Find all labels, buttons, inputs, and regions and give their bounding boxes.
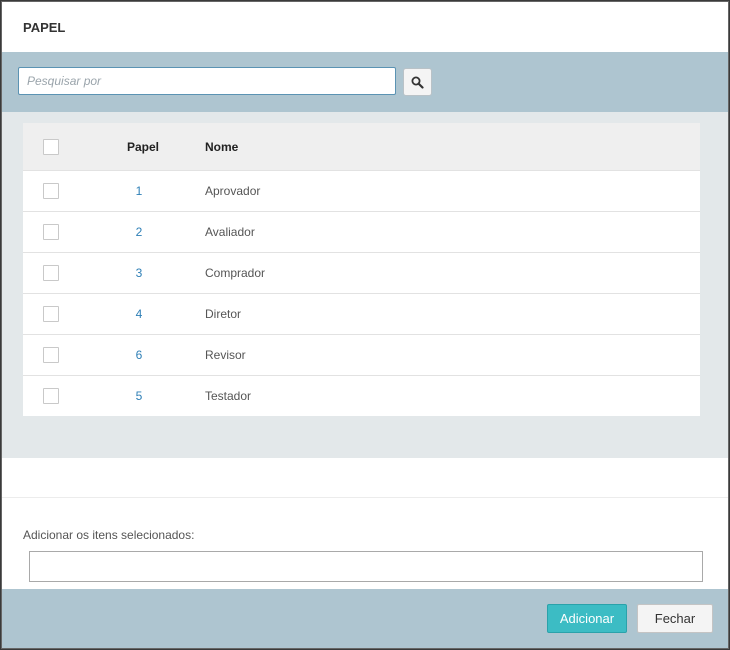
selected-items-field[interactable]: [29, 551, 703, 582]
row-checkbox[interactable]: [43, 388, 59, 404]
row-papel-id[interactable]: 5: [123, 389, 155, 403]
row-nome: Avaliador: [205, 225, 255, 239]
table-row[interactable]: 1 Aprovador: [23, 170, 700, 211]
row-nome: Revisor: [205, 348, 246, 362]
row-checkbox[interactable]: [43, 183, 59, 199]
row-nome: Aprovador: [205, 184, 261, 198]
search-bar: [2, 52, 728, 112]
row-papel-id[interactable]: 3: [123, 266, 155, 280]
table-row[interactable]: 3 Comprador: [23, 252, 700, 293]
row-checkbox[interactable]: [43, 306, 59, 322]
row-papel-id[interactable]: 1: [123, 184, 155, 198]
section-divider: [2, 497, 728, 498]
close-button[interactable]: Fechar: [637, 604, 713, 633]
results-area: Papel Nome 1 Aprovador 2 Avaliador 3 Com…: [2, 112, 728, 458]
row-checkbox[interactable]: [43, 265, 59, 281]
add-button[interactable]: Adicionar: [547, 604, 627, 633]
dialog-header: PAPEL: [2, 2, 728, 52]
row-papel-id[interactable]: 2: [123, 225, 155, 239]
search-input[interactable]: [18, 67, 396, 95]
results-table: Papel Nome 1 Aprovador 2 Avaliador 3 Com…: [23, 123, 700, 416]
row-nome: Comprador: [205, 266, 266, 280]
table-row[interactable]: 2 Avaliador: [23, 211, 700, 252]
dialog-footer: Adicionar Fechar: [2, 589, 728, 648]
column-header-papel[interactable]: Papel: [127, 140, 159, 154]
row-papel-id[interactable]: 6: [123, 348, 155, 362]
select-all-checkbox[interactable]: [43, 139, 59, 155]
column-header-nome[interactable]: Nome: [205, 140, 238, 154]
search-button[interactable]: [403, 68, 432, 96]
dialog-title: PAPEL: [23, 20, 66, 35]
row-nome: Diretor: [205, 307, 242, 321]
row-nome: Testador: [205, 389, 252, 403]
table-row[interactable]: 4 Diretor: [23, 293, 700, 334]
papel-dialog: PAPEL Papel Nome 1 Aprovador: [1, 1, 729, 649]
row-checkbox[interactable]: [43, 224, 59, 240]
search-icon: [411, 76, 424, 89]
selected-items-label: Adicionar os itens selecionados:: [23, 528, 195, 542]
row-papel-id[interactable]: 4: [123, 307, 155, 321]
table-row[interactable]: 6 Revisor: [23, 334, 700, 375]
table-header: Papel Nome: [23, 123, 700, 170]
table-row[interactable]: 5 Testador: [23, 375, 700, 416]
row-checkbox[interactable]: [43, 347, 59, 363]
